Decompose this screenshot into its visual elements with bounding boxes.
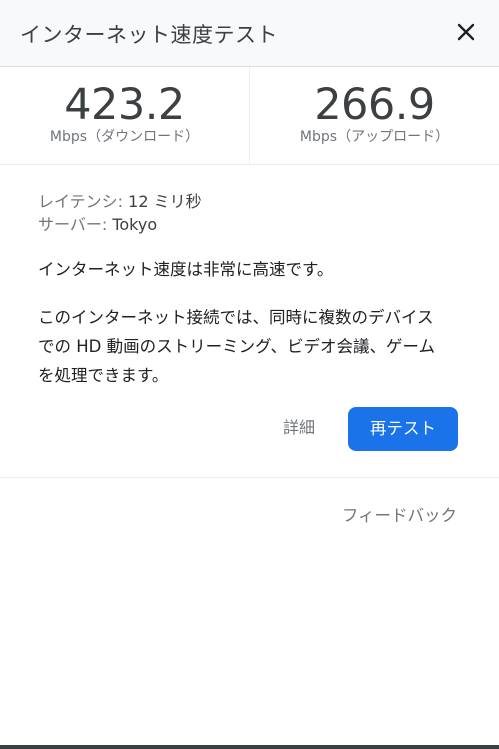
server-row: サーバー: Tokyo <box>38 213 468 236</box>
download-speed-value: 423.2 <box>64 80 185 130</box>
description-line: での HD 動画のストリーミング、ビデオ会議、ゲーム <box>38 337 435 356</box>
retest-button[interactable]: 再テスト <box>348 407 458 451</box>
bottom-border <box>0 745 499 749</box>
server-label: サーバー: <box>38 215 108 234</box>
latency-row: レイテンシ: 12 ミリ秒 <box>38 190 468 213</box>
feedback-link[interactable]: フィードバック <box>342 504 457 528</box>
dialog-header: インターネット速度テスト <box>0 0 499 67</box>
upload-speed-unit: Mbps（アップロード） <box>299 129 450 145</box>
connection-info: レイテンシ: 12 ミリ秒 サーバー: Tokyo <box>38 190 468 236</box>
server-value: Tokyo <box>112 215 158 234</box>
download-speed: 423.2 Mbps（ダウンロード） <box>0 67 249 164</box>
details-link[interactable]: 詳細 <box>283 416 315 440</box>
latency-value: 12 ミリ秒 <box>128 192 202 211</box>
section-divider <box>0 477 499 478</box>
speed-results: 423.2 Mbps（ダウンロード） 266.9 Mbps（アップロード） <box>0 67 499 165</box>
latency-label: レイテンシ: <box>38 192 124 211</box>
dialog-title: インターネット速度テスト <box>20 23 278 47</box>
download-speed-unit: Mbps（ダウンロード） <box>49 129 200 145</box>
speed-description: このインターネット接続では、同時に複数のデバイス での HD 動画のストリーミン… <box>38 303 468 390</box>
upload-speed-value: 266.9 <box>314 80 435 130</box>
close-button[interactable] <box>450 16 482 48</box>
close-icon <box>457 23 475 41</box>
speed-status: インターネット速度は非常に高速です。 <box>38 260 334 279</box>
upload-speed: 266.9 Mbps（アップロード） <box>250 67 499 164</box>
description-line: を処理できます。 <box>38 366 169 385</box>
description-line: このインターネット接続では、同時に複数のデバイス <box>38 308 434 327</box>
